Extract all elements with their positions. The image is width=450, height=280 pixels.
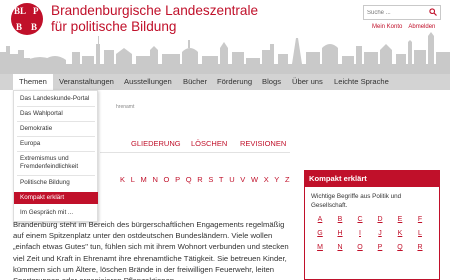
alphabet-letter[interactable]: Y xyxy=(274,175,280,184)
menu-item-kompakt-erklaert[interactable]: Kompakt erklärt xyxy=(14,192,98,204)
menu-item-demokratie[interactable]: Demokratie xyxy=(14,125,98,133)
article-text: Brandenburg steht im Bereich des bürgers… xyxy=(13,220,289,280)
nav-item-ueber-uns[interactable]: Über uns xyxy=(292,74,323,90)
menu-item-extremismus[interactable]: Extremismus und Fremdenfeindlichkeit xyxy=(14,155,98,171)
menu-item-im-gespraech[interactable]: Im Gespräch mit ... xyxy=(14,209,98,217)
box-letter-link[interactable]: E xyxy=(396,216,404,223)
alphabet-letter[interactable]: N xyxy=(152,175,158,184)
box-letter-link[interactable]: D xyxy=(376,216,384,223)
menu-divider xyxy=(17,136,95,137)
box-letter-link[interactable]: M xyxy=(316,244,324,251)
nav-item-themen[interactable]: Themen xyxy=(13,74,53,90)
alphabet-index: K L M N O P Q R S T U V W X Y Z xyxy=(120,175,290,184)
alphabet-letter[interactable]: L xyxy=(131,175,136,184)
box-letter-link[interactable]: K xyxy=(396,230,404,237)
city-skyline-illustration xyxy=(0,32,450,74)
site-header: BL P B B Brandenburgische Landeszentrale… xyxy=(0,0,450,74)
alphabet-letter[interactable]: Q xyxy=(186,175,192,184)
box-letter-link[interactable]: B xyxy=(336,216,344,223)
box-letter-link[interactable]: G xyxy=(316,230,324,237)
box-letter-link[interactable]: I xyxy=(356,230,364,237)
kompakt-erklaert-box: Kompakt erklärt Wichtige Begriffe aus Po… xyxy=(304,170,440,280)
alphabet-letter[interactable]: S xyxy=(208,175,214,184)
menu-item-europa[interactable]: Europa xyxy=(14,140,98,148)
alphabet-letter[interactable]: U xyxy=(229,175,235,184)
search-input[interactable] xyxy=(367,7,425,18)
box-letter-link[interactable]: N xyxy=(336,244,344,251)
box-letter-link[interactable]: F xyxy=(416,216,424,223)
tab-gliederung[interactable]: GLIEDERUNG xyxy=(131,139,181,148)
box-letter-link[interactable]: O xyxy=(356,244,364,251)
nav-item-buecher[interactable]: Bücher xyxy=(183,74,207,90)
nav-item-blogs[interactable]: Blogs xyxy=(262,74,281,90)
menu-divider xyxy=(17,121,95,122)
alphabet-letter[interactable]: O xyxy=(164,175,170,184)
menu-divider xyxy=(17,175,95,176)
alphabet-letter[interactable]: M xyxy=(141,175,148,184)
alphabet-letter[interactable]: K xyxy=(120,175,126,184)
alphabet-letter[interactable]: P xyxy=(175,175,181,184)
nav-item-veranstaltungen[interactable]: Veranstaltungen xyxy=(59,74,114,90)
search-box xyxy=(363,5,441,20)
tab-loeschen[interactable]: LÖSCHEN xyxy=(191,139,227,148)
logo-letter: P xyxy=(33,6,39,16)
alphabet-letter[interactable]: W xyxy=(251,175,259,184)
box-description: Wichtige Begriffe aus Politik und Gesell… xyxy=(311,193,402,209)
menu-divider xyxy=(17,106,95,107)
box-letter-link[interactable]: J xyxy=(376,230,384,237)
box-letter-link[interactable]: C xyxy=(356,216,364,223)
box-letter-link[interactable]: P xyxy=(376,244,384,251)
main-navigation: Themen Veranstaltungen Ausstellungen Büc… xyxy=(0,74,450,90)
alphabet-letter[interactable]: X xyxy=(264,175,270,184)
themen-dropdown-menu: Das Landeskunde-Portal Das Wahlportal De… xyxy=(13,90,98,222)
tab-revisionen[interactable]: REVISIONEN xyxy=(240,139,286,148)
nav-item-ausstellungen[interactable]: Ausstellungen xyxy=(124,74,172,90)
menu-item-landeskunde-portal[interactable]: Das Landeskunde-Portal xyxy=(14,95,98,103)
alphabet-letter[interactable]: T xyxy=(219,175,224,184)
menu-item-wahlportal[interactable]: Das Wahlportal xyxy=(14,110,98,118)
box-letter-link[interactable]: L xyxy=(416,230,424,237)
tabs-divider xyxy=(100,152,290,153)
breadcrumb[interactable]: hrenamt xyxy=(116,104,134,110)
box-heading: Kompakt erklärt xyxy=(305,171,439,187)
site-title-line: Brandenburgische Landeszentrale xyxy=(51,3,259,18)
search-button[interactable] xyxy=(426,6,440,19)
box-letter-link[interactable]: A xyxy=(316,216,324,223)
box-letter-link[interactable]: Q xyxy=(396,244,404,251)
menu-item-politische-bildung[interactable]: Politische Bildung xyxy=(14,179,98,187)
box-letter-link[interactable]: R xyxy=(416,244,424,251)
menu-divider xyxy=(17,151,95,152)
alphabet-letter[interactable]: Z xyxy=(285,175,290,184)
logo-letter: BL xyxy=(14,6,27,16)
search-icon xyxy=(429,8,437,16)
alphabet-letter[interactable]: R xyxy=(197,175,203,184)
alphabet-letter[interactable]: V xyxy=(240,175,246,184)
nav-item-foerderung[interactable]: Förderung xyxy=(217,74,252,90)
box-letter-link[interactable]: H xyxy=(336,230,344,237)
nav-item-leichte-sprache[interactable]: Leichte Sprache xyxy=(334,74,389,90)
